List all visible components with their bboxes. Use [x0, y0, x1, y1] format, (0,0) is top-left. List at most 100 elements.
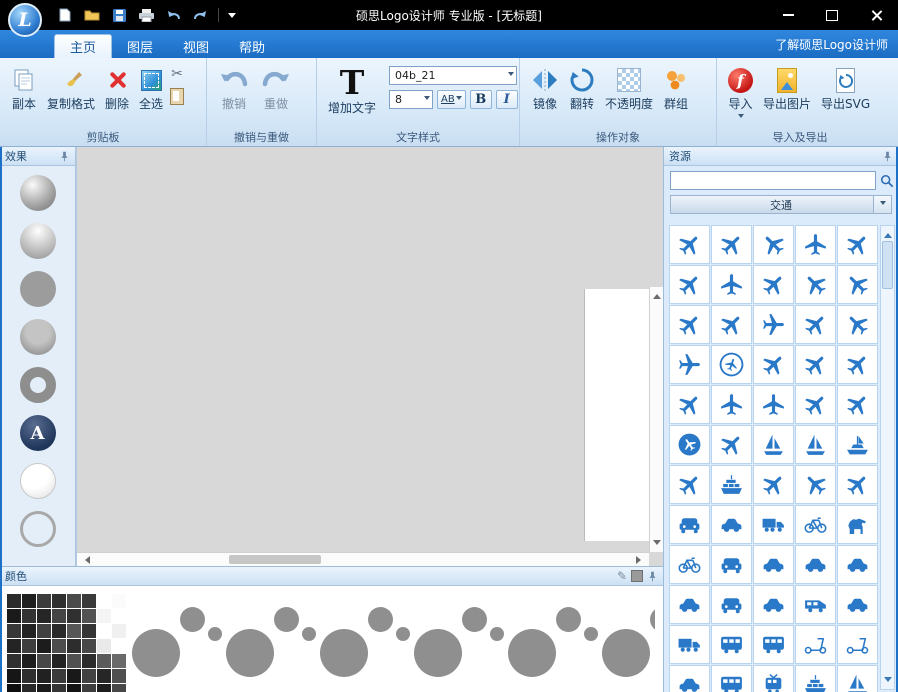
- resource-car-icon[interactable]: [837, 545, 878, 584]
- color-swatch[interactable]: [7, 609, 21, 623]
- group-objects-button[interactable]: 群组: [658, 62, 694, 114]
- resource-airplane-side-icon[interactable]: [669, 345, 710, 384]
- resource-horse-icon[interactable]: [837, 505, 878, 544]
- resource-airplane-icon[interactable]: [795, 345, 836, 384]
- category-arrow[interactable]: [873, 196, 891, 213]
- logo-preview[interactable]: [224, 597, 316, 683]
- resource-airplane-icon[interactable]: [711, 225, 752, 264]
- color-swatch[interactable]: [82, 684, 96, 692]
- pin-icon[interactable]: [882, 150, 893, 163]
- print-icon[interactable]: [137, 5, 155, 25]
- logo-preview[interactable]: [506, 597, 598, 683]
- pin-icon[interactable]: [647, 570, 658, 583]
- resource-scooter-icon[interactable]: [795, 625, 836, 664]
- scroll-left-icon[interactable]: [81, 556, 90, 564]
- tab-help[interactable]: 帮助: [224, 35, 280, 58]
- category-dropdown[interactable]: 交通: [670, 195, 892, 214]
- edit-pencil-icon[interactable]: [617, 569, 627, 583]
- color-swatch[interactable]: [97, 684, 111, 692]
- resource-car-icon[interactable]: [753, 545, 794, 584]
- resource-yacht-icon[interactable]: [837, 425, 878, 464]
- scroll-down-icon[interactable]: [884, 677, 892, 686]
- color-swatch[interactable]: [22, 639, 36, 653]
- color-swatch[interactable]: [37, 594, 51, 608]
- color-swatch[interactable]: [22, 609, 36, 623]
- resource-car-front-icon[interactable]: [711, 545, 752, 584]
- color-swatch[interactable]: [37, 669, 51, 683]
- tab-layers[interactable]: 图层: [112, 35, 168, 58]
- resource-sailboat-icon[interactable]: [753, 425, 794, 464]
- save-icon[interactable]: [110, 5, 128, 25]
- char-spacing-button[interactable]: AB: [437, 90, 466, 109]
- logo-preview[interactable]: [130, 597, 222, 683]
- document-page[interactable]: [585, 289, 649, 541]
- resource-jet-icon[interactable]: [837, 305, 878, 344]
- search-icon[interactable]: [880, 174, 894, 188]
- color-swatch[interactable]: [67, 654, 81, 668]
- resource-bicycle-icon[interactable]: [669, 545, 710, 584]
- color-swatch[interactable]: [22, 624, 36, 638]
- color-swatch[interactable]: [7, 669, 21, 683]
- color-swatch[interactable]: [52, 654, 66, 668]
- resource-airplane-icon[interactable]: [795, 385, 836, 424]
- color-swatch[interactable]: [37, 609, 51, 623]
- resource-ship-icon[interactable]: [711, 465, 752, 504]
- resource-airplane-icon[interactable]: [669, 265, 710, 304]
- color-swatch[interactable]: [37, 654, 51, 668]
- redo-icon[interactable]: [191, 5, 209, 25]
- export-image-button[interactable]: 导出图片: [758, 62, 816, 114]
- resource-airplane-icon[interactable]: [669, 465, 710, 504]
- color-swatch[interactable]: [67, 639, 81, 653]
- resource-car-front-icon[interactable]: [711, 585, 752, 624]
- color-swatch[interactable]: [97, 669, 111, 683]
- app-logo[interactable]: L: [8, 3, 42, 37]
- resource-airplane-icon[interactable]: [837, 465, 878, 504]
- resource-car-icon[interactable]: [795, 545, 836, 584]
- color-swatch[interactable]: [67, 609, 81, 623]
- resource-airplane-up-icon[interactable]: [711, 265, 752, 304]
- resource-airplane-up-icon[interactable]: [795, 225, 836, 264]
- resource-airplane-icon[interactable]: [837, 225, 878, 264]
- resource-jet-icon[interactable]: [795, 465, 836, 504]
- effect-soft-sphere[interactable]: [20, 223, 56, 259]
- font-family-select[interactable]: 04b_21: [389, 66, 517, 85]
- resource-airplane-icon[interactable]: [837, 385, 878, 424]
- color-swatch[interactable]: [67, 594, 81, 608]
- color-swatch[interactable]: [97, 609, 111, 623]
- resource-jet-icon[interactable]: [753, 225, 794, 264]
- import-button[interactable]: 导入: [723, 62, 758, 124]
- resource-airplane-up-icon[interactable]: [711, 385, 752, 424]
- color-swatch[interactable]: [7, 654, 21, 668]
- resource-airplane-icon[interactable]: [837, 345, 878, 384]
- delete-button[interactable]: 删除: [100, 62, 134, 114]
- color-swatch[interactable]: [52, 624, 66, 638]
- color-swatch[interactable]: [112, 639, 126, 653]
- resource-jet-icon[interactable]: [795, 265, 836, 304]
- resource-airplane-side-icon[interactable]: [753, 305, 794, 344]
- tab-home[interactable]: 主页: [54, 34, 112, 58]
- color-swatch[interactable]: [52, 639, 66, 653]
- color-swatch[interactable]: [7, 624, 21, 638]
- maximize-button[interactable]: [810, 0, 854, 30]
- new-document-icon[interactable]: [56, 5, 74, 25]
- logo-preview[interactable]: [600, 597, 655, 683]
- resource-sailboat-icon[interactable]: [837, 665, 878, 692]
- scrollbar-thumb[interactable]: [882, 241, 893, 289]
- resource-airplane-icon[interactable]: [753, 345, 794, 384]
- resource-bus-icon[interactable]: [753, 625, 794, 664]
- color-swatch[interactable]: [112, 594, 126, 608]
- undo-button[interactable]: 撤销: [213, 62, 255, 114]
- color-swatch[interactable]: [52, 594, 66, 608]
- export-svg-button[interactable]: 导出SVG: [816, 62, 875, 114]
- resource-bicycle-icon[interactable]: [795, 505, 836, 544]
- resource-airplane-icon[interactable]: [669, 225, 710, 264]
- color-swatch[interactable]: [112, 609, 126, 623]
- color-swatch[interactable]: [82, 624, 96, 638]
- resource-airplane-icon[interactable]: [753, 265, 794, 304]
- copy-format-button[interactable]: 复制格式: [42, 62, 100, 114]
- resource-car-icon[interactable]: [753, 585, 794, 624]
- effect-glossy-sphere[interactable]: [20, 175, 56, 211]
- pin-icon[interactable]: [59, 150, 70, 163]
- scrollbar-thumb[interactable]: [229, 555, 321, 564]
- resource-airplane-icon[interactable]: [795, 305, 836, 344]
